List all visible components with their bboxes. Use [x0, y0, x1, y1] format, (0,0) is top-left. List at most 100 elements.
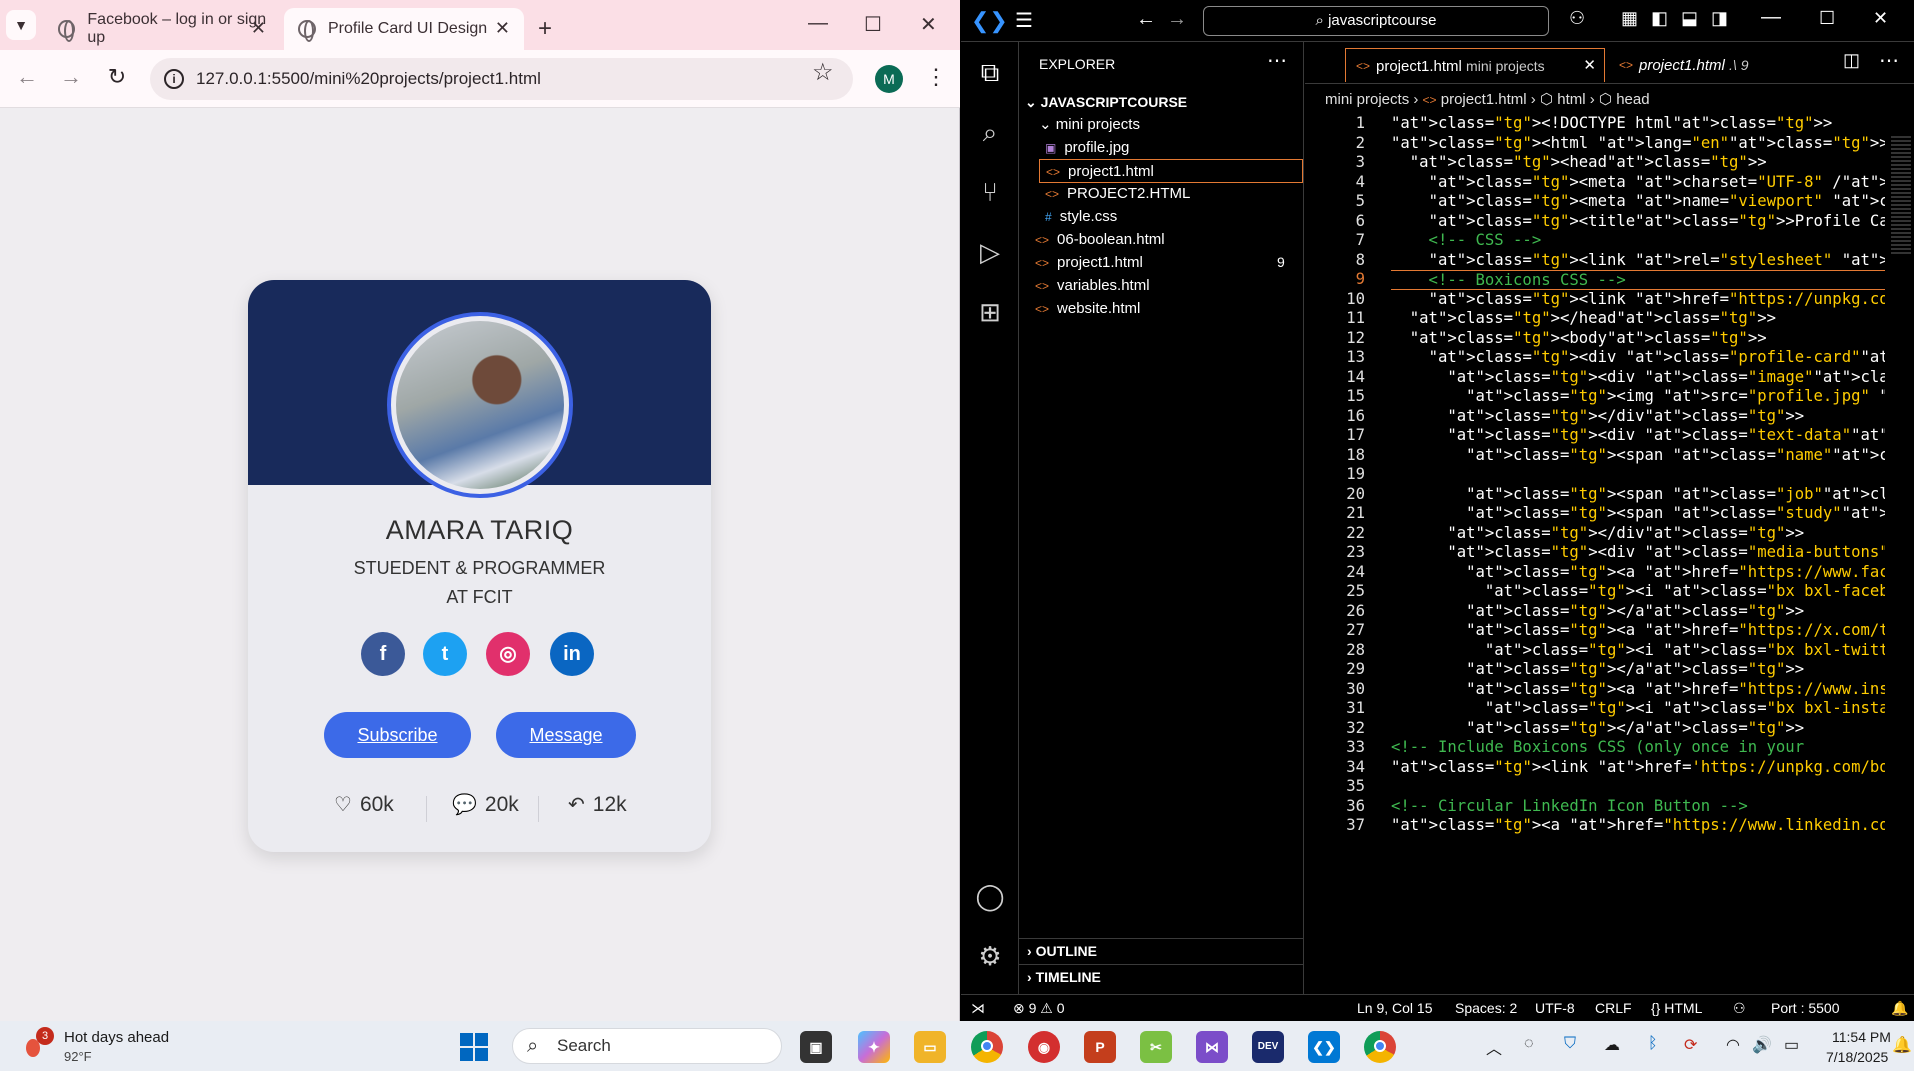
code-line[interactable]: "at">class="tg"><a "at">href="https://ww…	[1391, 680, 1885, 698]
code-line[interactable]: "at">class="tg"><html "at">lang="en""at"…	[1391, 134, 1885, 152]
maximize-icon[interactable]: ☐	[864, 12, 882, 37]
onedrive-icon[interactable]: ☁	[1604, 1035, 1620, 1055]
clock-date[interactable]: 7/18/2025	[1826, 1049, 1888, 1065]
workspace-root[interactable]: ⌄ JAVASCRIPTCOURSE	[1025, 90, 1187, 114]
timeline-section[interactable]: › TIMELINE	[1019, 964, 1303, 988]
dev-home-icon[interactable]: DEV	[1252, 1031, 1284, 1063]
minimize-icon[interactable]: —	[808, 12, 828, 35]
tab-search-button[interactable]: ▼	[6, 10, 36, 40]
code-line[interactable]: "at">class="tg"><meta "at">name="viewpor…	[1391, 192, 1885, 210]
copilot-icon[interactable]: ⚇	[1569, 8, 1585, 29]
task-view-icon[interactable]: ▣	[800, 1031, 832, 1063]
back-icon[interactable]: ←	[1136, 8, 1156, 31]
clock-time[interactable]: 11:54 PM	[1832, 1029, 1891, 1045]
run-debug-icon[interactable]: ▷	[974, 236, 1006, 268]
close-icon[interactable]: ✕	[495, 18, 510, 39]
facebook-icon[interactable]: f	[361, 632, 405, 676]
code-line[interactable]: "at">class="tg"><img "at">src="profile.j…	[1391, 387, 1885, 405]
minimize-icon[interactable]: —	[1761, 6, 1781, 29]
more-actions-icon[interactable]: ⋯	[1267, 48, 1287, 73]
outline-section[interactable]: › OUTLINE	[1019, 938, 1303, 962]
battery-icon[interactable]: ▭	[1784, 1035, 1799, 1055]
folder-mini-projects[interactable]: ⌄ mini projects	[1039, 113, 1140, 137]
code-line[interactable]: "at">class="tg"><i "at">class="bx bxl-tw…	[1391, 641, 1885, 659]
cursor-position[interactable]: Ln 9, Col 15	[1357, 1000, 1433, 1016]
code-line[interactable]: "at">class="tg"><span "at">class="study"…	[1391, 504, 1885, 522]
layout-icon[interactable]: ▦	[1621, 8, 1638, 29]
close-window-icon[interactable]: ✕	[1873, 8, 1888, 29]
language-mode[interactable]: {} HTML	[1651, 1000, 1702, 1016]
toggle-panel-icon[interactable]: ⬓	[1681, 8, 1698, 29]
settings-gear-icon[interactable]: ⚙	[974, 940, 1006, 972]
split-editor-icon[interactable]: ◫	[1843, 50, 1860, 71]
wifi-icon[interactable]: ◠	[1726, 1035, 1740, 1055]
code-line[interactable]: "at">class="tg"><title"at">class="tg">>P…	[1391, 212, 1885, 230]
chevron-up-icon[interactable]: ︿	[1486, 1035, 1502, 1059]
code-line[interactable]: "at">class="tg"><meta "at">charset="UTF-…	[1391, 173, 1885, 191]
comments-stat[interactable]: 💬 20k	[452, 792, 519, 817]
powerpoint-icon[interactable]: P	[1084, 1031, 1116, 1063]
code-line[interactable]: "at">class="tg"><a "at">href="https://x.…	[1391, 621, 1885, 639]
forward-icon[interactable]: →	[56, 64, 86, 90]
code-line[interactable]: "at">class="tg"><span "at">class="name""…	[1391, 446, 1885, 464]
start-button[interactable]	[460, 1033, 490, 1063]
twitter-icon[interactable]: t	[423, 632, 467, 676]
new-tab-button[interactable]: +	[530, 8, 560, 50]
code-line[interactable]: "at">class="tg"><i "at">class="bx bxl-in…	[1391, 699, 1885, 717]
problems-status[interactable]: ⊗ 9 ⚠ 0	[1013, 1000, 1065, 1017]
notifications-icon[interactable]: 🔔	[1892, 1035, 1912, 1055]
tab-facebook[interactable]: Facebook – log in or sign up ✕	[44, 8, 280, 50]
toggle-sidebar-icon[interactable]: ◧	[1651, 8, 1668, 29]
back-icon[interactable]: ←	[12, 64, 42, 90]
code-line[interactable]: "at">class="tg"><div "at">class="media-b…	[1391, 543, 1885, 561]
forward-icon[interactable]: →	[1167, 8, 1187, 31]
file-project1-html-selected[interactable]: <> project1.html	[1039, 159, 1303, 183]
code-line[interactable]: "at">class="tg"></a"at">class="tg">>	[1391, 719, 1804, 737]
copilot-icon[interactable]: ⚇	[1733, 1000, 1746, 1017]
close-window-icon[interactable]: ✕	[920, 12, 937, 37]
editor-tab-active[interactable]: <> project1.html mini projects ✕	[1345, 48, 1605, 82]
instagram-icon[interactable]: ◎	[486, 632, 530, 676]
command-center-search[interactable]: ⌕ javascriptcourse	[1203, 6, 1549, 36]
reload-icon[interactable]: ↻	[102, 64, 132, 90]
bookmark-star-icon[interactable]: ☆	[812, 58, 834, 87]
code-line[interactable]: "at">class="tg"><!DOCTYPE html"at">class…	[1391, 114, 1832, 132]
account-icon[interactable]: ◯	[974, 880, 1006, 912]
editor-tab-preview[interactable]: <> project1.html .\ 9	[1609, 48, 1809, 82]
code-line[interactable]: "at">class="tg"><link "at">href='https:/…	[1391, 758, 1885, 776]
code-line[interactable]: "at">class="tg"></a"at">class="tg">>	[1391, 602, 1804, 620]
code-line[interactable]: <!-- Boxicons CSS -->	[1391, 270, 1885, 290]
indentation-status[interactable]: Spaces: 2	[1455, 1000, 1517, 1016]
address-bar[interactable]: i 127.0.0.1:5500/mini%20projects/project…	[150, 58, 853, 100]
code-line[interactable]: <!-- Include Boxicons CSS (only once in …	[1391, 738, 1804, 756]
linkedin-icon[interactable]: in	[550, 632, 594, 676]
file-project1-html[interactable]: <> project1.html	[1035, 251, 1143, 275]
code-line[interactable]: "at">class="tg"></head"at">class="tg">>	[1391, 309, 1776, 327]
sync-icon[interactable]: ⟳	[1684, 1035, 1697, 1055]
close-icon[interactable]: ✕	[1583, 49, 1596, 83]
file-explorer-icon[interactable]: ▭	[914, 1031, 946, 1063]
recorder-icon[interactable]: ◉	[1028, 1031, 1060, 1063]
defender-icon[interactable]: ⛉	[1564, 1035, 1576, 1053]
code-line[interactable]: "at">class="tg"><body"at">class="tg">>	[1391, 329, 1767, 347]
close-icon[interactable]: ✕	[251, 18, 266, 39]
maximize-icon[interactable]: ☐	[1819, 8, 1835, 29]
remote-icon[interactable]: ⋊	[971, 1000, 985, 1017]
vscode-taskbar-icon[interactable]: ❮❯	[1308, 1031, 1340, 1063]
toggle-secondary-sidebar-icon[interactable]: ◨	[1711, 8, 1728, 29]
more-actions-icon[interactable]: ⋯	[1879, 48, 1899, 73]
code-line[interactable]: "at">class="tg"></a"at">class="tg">>	[1391, 660, 1804, 678]
code-line[interactable]: "at">class="tg"></div"at">class="tg">>	[1391, 524, 1804, 542]
weather-title[interactable]: Hot days ahead	[64, 1029, 169, 1046]
eol-status[interactable]: CRLF	[1595, 1000, 1632, 1016]
file-project2-html[interactable]: <> PROJECT2.HTML	[1045, 182, 1190, 206]
file-website-html[interactable]: <> website.html	[1035, 297, 1140, 321]
taskbar-search[interactable]: ⌕ Search	[512, 1028, 782, 1064]
shares-stat[interactable]: ↶ 12k	[568, 792, 627, 817]
code-editor[interactable]: 1 "at">class="tg"><!DOCTYPE html"at">clas…	[1305, 114, 1885, 994]
visual-studio-icon[interactable]: ⋈	[1196, 1031, 1228, 1063]
minimap[interactable]	[1891, 136, 1911, 256]
code-line[interactable]: "at">class="tg"></div"at">class="tg">>	[1391, 407, 1804, 425]
subscribe-button[interactable]: Subscribe	[324, 712, 471, 758]
chrome-profile-icon[interactable]	[1364, 1031, 1396, 1063]
